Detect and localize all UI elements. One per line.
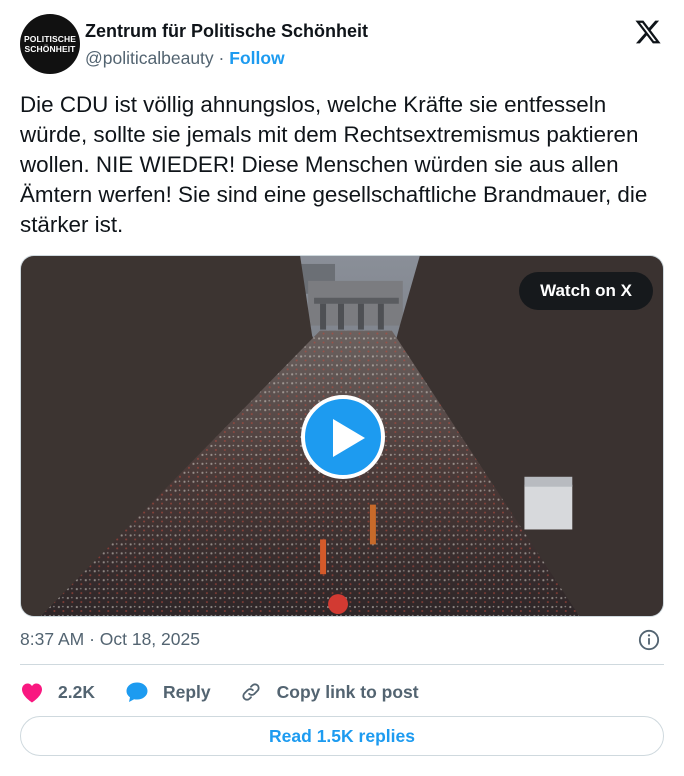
reply-label: Reply — [162, 681, 211, 702]
author-handle[interactable]: @politicalbeauty — [85, 48, 214, 68]
action-bar: 2.2K Reply Copy link to post — [20, 678, 419, 706]
avatar-text-line2: SCHÖNHEIT — [24, 44, 76, 54]
like-count: 2.2K — [58, 681, 95, 702]
play-icon — [333, 419, 365, 457]
read-replies-button[interactable]: Read 1.5K replies — [20, 716, 664, 756]
avatar[interactable]: POLITISCHE SCHÖNHEIT — [20, 14, 80, 74]
tweet-text: Die CDU ist völlig ahnungslos, welche Kr… — [20, 92, 648, 237]
copy-link-button[interactable]: Copy link to post — [239, 681, 419, 703]
divider — [20, 664, 664, 665]
link-icon — [242, 683, 260, 701]
timestamp[interactable]: 8:37 AM · Oct 18, 2025 — [20, 629, 200, 650]
video-media[interactable]: Watch on X — [20, 255, 664, 617]
watch-on-x-button[interactable]: Watch on X — [519, 272, 653, 310]
avatar-text-line1: POLITISCHE — [23, 34, 76, 44]
speech-bubble-icon — [126, 682, 148, 702]
copy-link-label: Copy link to post — [276, 681, 419, 702]
reply-button[interactable]: Reply — [125, 681, 211, 703]
tweet-header: POLITISCHE SCHÖNHEIT Zentrum für Politis… — [20, 14, 664, 76]
separator: · — [218, 48, 225, 68]
like-button[interactable]: 2.2K — [20, 681, 95, 703]
play-button[interactable] — [301, 395, 385, 479]
follow-button[interactable]: Follow — [229, 48, 284, 68]
info-icon[interactable] — [638, 629, 660, 651]
author-name[interactable]: Zentrum für Politische Schönheit — [85, 21, 368, 42]
handle-row: @politicalbeauty · Follow — [85, 48, 285, 69]
x-logo-icon[interactable] — [634, 18, 662, 46]
heart-icon — [22, 683, 42, 703]
